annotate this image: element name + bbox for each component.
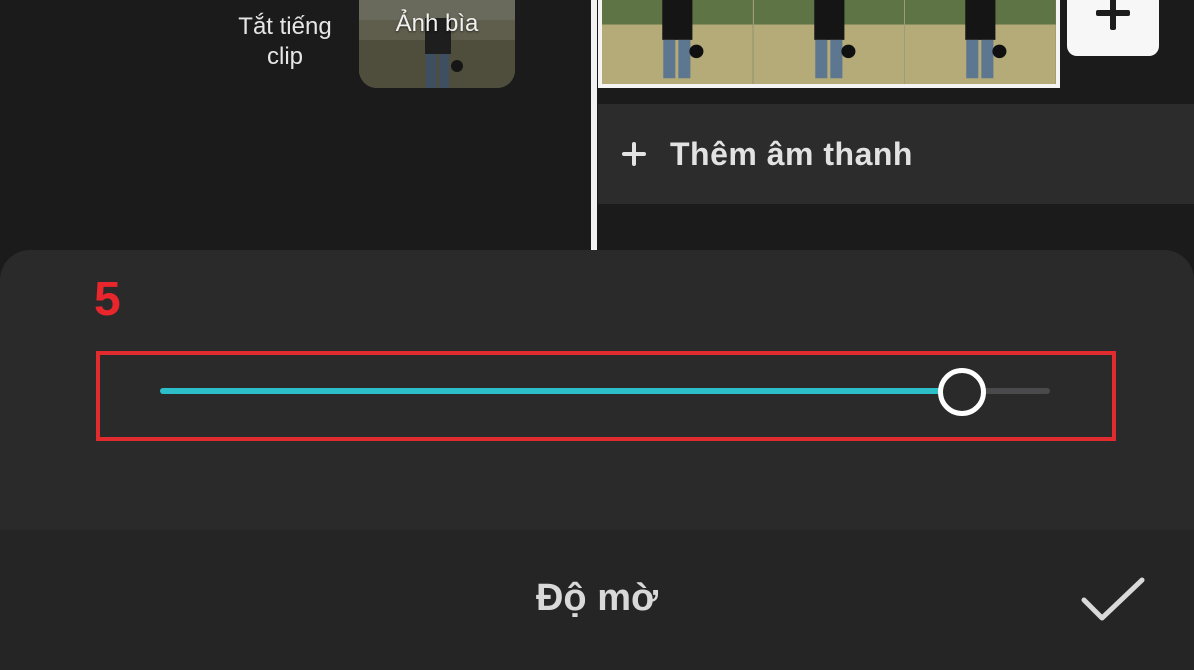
slider-thumb[interactable]: [938, 368, 986, 416]
mute-clip-label: Tắt tiếng clip: [238, 13, 332, 70]
timeline-frame: [905, 0, 1056, 84]
panel-title: Độ mờ: [535, 577, 658, 619]
cover-label: Ảnh bìa: [395, 10, 479, 37]
add-audio-label: Thêm âm thanh: [670, 136, 913, 172]
checkmark-icon: [1081, 577, 1145, 621]
video-editor-screen: Tắt tiếng clip Ảnh bìa Thêm âm thanh 5 Đ…: [0, 0, 1194, 670]
cover-image-button[interactable]: Ảnh bìa: [359, 0, 515, 88]
slider-fill: [160, 388, 961, 394]
timeline-frame: [602, 0, 754, 84]
step-annotation-number: 5: [94, 273, 121, 326]
confirm-button[interactable]: [1080, 574, 1146, 626]
mute-clip-button[interactable]: Tắt tiếng clip: [226, 12, 344, 72]
add-audio-button[interactable]: Thêm âm thanh: [598, 104, 1194, 204]
video-timeline-strip[interactable]: [598, 0, 1060, 88]
blur-slider[interactable]: [150, 366, 1060, 416]
add-clip-button[interactable]: [1067, 0, 1159, 56]
timeline-frame: [753, 0, 906, 84]
plus-icon: [622, 142, 646, 166]
playhead-line[interactable]: [591, 0, 597, 250]
